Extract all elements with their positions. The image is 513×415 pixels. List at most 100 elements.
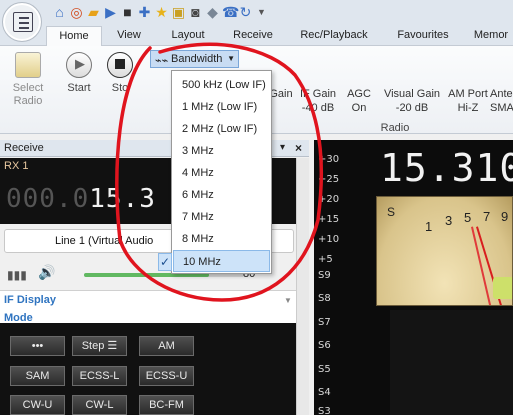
am-port-label[interactable]: AM Port [446, 88, 490, 101]
tab-view[interactable]: View [104, 26, 154, 46]
scale-label: S8 [318, 293, 331, 304]
agc-label[interactable]: AGC [344, 88, 374, 101]
chevron-down-icon[interactable]: ▼ [284, 296, 292, 305]
waveform-icon: ⌁⌁ [155, 55, 169, 67]
am-port-value[interactable]: Hi-Z [446, 102, 490, 115]
refresh-icon[interactable]: ↻ [238, 5, 253, 20]
scale-label: +15 [318, 214, 340, 225]
play-icon[interactable]: ▶ [103, 5, 118, 20]
lock-icon[interactable]: ▣ [171, 5, 186, 20]
star-icon[interactable]: ★ [154, 5, 169, 20]
scale-label: S3 [318, 406, 331, 415]
scale-label: S4 [318, 387, 331, 398]
bandwidth-option-selected[interactable]: 10 MHz [173, 250, 270, 272]
open-folder-icon[interactable]: ▰ [86, 5, 101, 20]
bandwidth-option[interactable]: 2 MHz (Low IF) [173, 118, 270, 140]
agc-value[interactable]: On [344, 102, 374, 115]
meter-tick: 3 [445, 213, 453, 228]
analog-s-meter: S 1 3 5 7 9 [376, 196, 513, 306]
tab-memories[interactable]: Memor [466, 26, 513, 46]
drop-icon[interactable]: ◆ [205, 5, 220, 20]
if-display-heading[interactable]: IF Display [4, 294, 56, 306]
s-meter-panel: +30 +25 +20 +15 +10 +5 S9 S8 S7 S6 S5 S4… [314, 140, 513, 415]
rx-label: RX 1 [4, 160, 29, 172]
mode-ecss-u-button[interactable]: ECSS-U [139, 366, 194, 386]
mode-am-button[interactable]: AM [139, 336, 194, 356]
close-icon[interactable]: × [295, 140, 302, 156]
bandwidth-option[interactable]: 7 MHz [173, 206, 270, 228]
meter-needle-peak [471, 226, 496, 305]
tab-favourites[interactable]: Favourites [384, 26, 462, 46]
stop-label: Sto [111, 82, 129, 94]
meter-tick: 5 [464, 210, 472, 225]
level-meter-icon[interactable]: ▮▮▮ [7, 268, 27, 282]
spectrum-area [390, 310, 513, 415]
bandwidth-option[interactable]: 4 MHz [173, 162, 270, 184]
bandwidth-option[interactable]: 1 MHz (Low IF) [173, 96, 270, 118]
mode-cw-u-button[interactable]: CW-U [10, 395, 65, 415]
receive-scrollbar[interactable] [296, 158, 309, 415]
mode-cw-l-button[interactable]: CW-L [72, 395, 127, 415]
pin-icon[interactable]: ▾ [280, 140, 285, 156]
tab-home[interactable]: Home [46, 26, 102, 47]
meter-tick: 1 [425, 219, 433, 234]
frequency-lit-digits: 15.3 [89, 184, 156, 214]
select-radio-label: Select Radio [12, 82, 44, 107]
mode-ecss-l-button[interactable]: ECSS-L [72, 366, 127, 386]
visual-gain-value[interactable]: -20 dB [380, 102, 444, 115]
more-modes-button[interactable]: ••• [10, 336, 65, 356]
stop-icon[interactable]: ■ [120, 5, 135, 20]
tab-layout[interactable]: Layout [158, 26, 218, 46]
scale-label: +5 [318, 254, 333, 265]
scale-label: +10 [318, 234, 340, 245]
select-radio-button[interactable]: Select Radio [6, 50, 50, 108]
bandwidth-label: Bandwidth [171, 53, 223, 65]
mode-bc-fm-button[interactable]: BC-FM [139, 395, 194, 415]
customize-dropdown-icon[interactable]: ▼ [254, 5, 269, 20]
bandwidth-option[interactable]: 500 kHz (Low IF) [173, 74, 270, 96]
lifebuoy-icon[interactable]: ◎ [69, 5, 84, 20]
if-gain-value[interactable]: -40 dB [298, 102, 338, 115]
frequency-display[interactable]: 000.015.3 [6, 184, 156, 214]
bandwidth-menu: 500 kHz (Low IF) 1 MHz (Low IF) 2 MHz (L… [171, 70, 272, 274]
add-icon[interactable]: ✚ [137, 5, 152, 20]
phone-icon[interactable]: ☎ [222, 5, 239, 20]
visual-gain-label[interactable]: Visual Gain [380, 88, 444, 101]
ribbon-tabs: Home View Layout Receive Rec/Playback Fa… [0, 26, 513, 47]
scale-label: S6 [318, 340, 331, 351]
step-button[interactable]: Step ☰ [72, 336, 127, 356]
receive-panel-title: Receive [4, 142, 44, 154]
quick-access-toolbar: ⌂ ◎ ▰ ▶ ■ ✚ ★ ▣ ◙ ◆ ☎ ↻ ▼ [0, 0, 513, 26]
radio-device-icon [15, 52, 41, 78]
mode-sam-button[interactable]: SAM [10, 366, 65, 386]
meter-tick: 9 [501, 209, 509, 224]
bandwidth-option[interactable]: 3 MHz [173, 140, 270, 162]
scale-label: +30 [318, 154, 340, 165]
antenna-value[interactable]: SMA [490, 102, 513, 115]
scale-label: +20 [318, 194, 340, 205]
stop-icon [107, 52, 133, 78]
radio-group-label: Radio [380, 122, 410, 134]
camera-icon[interactable]: ◙ [188, 5, 203, 20]
scale-label: S7 [318, 317, 331, 328]
chevron-down-icon: ▼ [227, 54, 235, 63]
main-frequency-display[interactable]: 15.310 [380, 146, 513, 190]
start-label: Start [67, 82, 91, 94]
play-icon: ▶ [66, 52, 92, 78]
scale-label: S9 [318, 270, 331, 281]
stop-button[interactable]: Sto [103, 50, 137, 95]
tab-receive[interactable]: Receive [222, 26, 284, 46]
bandwidth-option[interactable]: 8 MHz [173, 228, 270, 250]
bandwidth-dropdown-button[interactable]: ⌁⌁ Bandwidth ▼ [150, 50, 239, 68]
application-menu-button[interactable] [2, 2, 42, 42]
meter-s-label: S [387, 205, 396, 219]
mode-button-grid: ••• Step ☰ AM SAM ECSS-L ECSS-U CW-U CW-… [0, 323, 296, 415]
antenna-label[interactable]: Ante [490, 88, 513, 101]
if-gain-label[interactable]: IF Gain [298, 88, 338, 101]
scale-label: S5 [318, 364, 331, 375]
speaker-icon[interactable]: 🔊 [38, 264, 55, 281]
start-button[interactable]: ▶ Start [62, 50, 96, 95]
tab-rec-playback[interactable]: Rec/Playback [288, 26, 380, 46]
bandwidth-option[interactable]: 6 MHz [173, 184, 270, 206]
home-icon[interactable]: ⌂ [52, 5, 67, 20]
